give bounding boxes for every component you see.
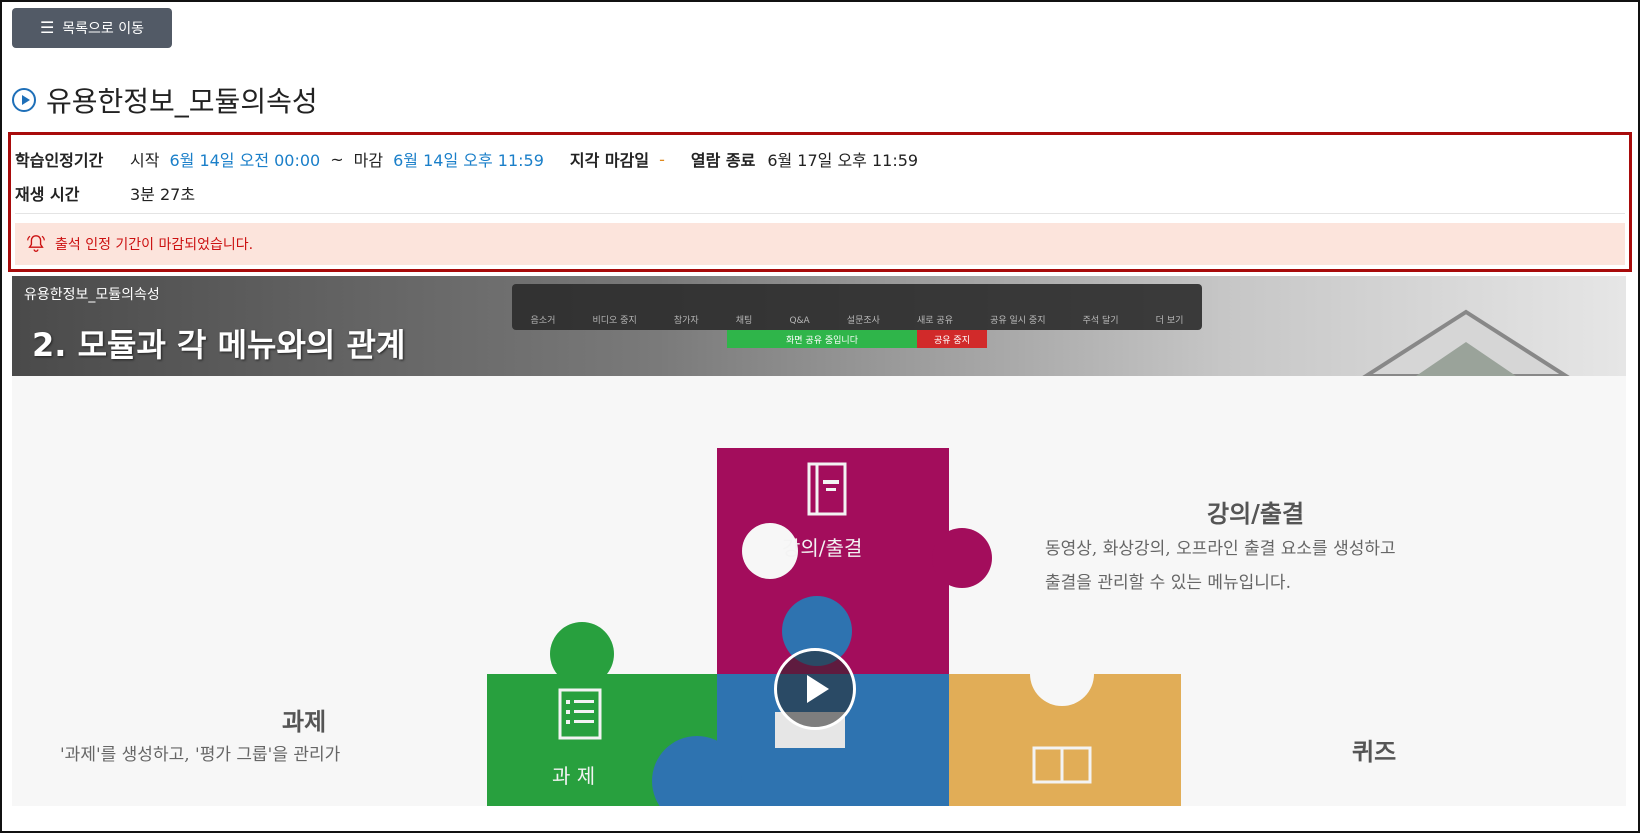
end-label: 마감	[353, 151, 384, 170]
assignment-description: '과제'를 생성하고, '평가 그룹'을 관리가	[60, 745, 341, 765]
video-player[interactable]: 유용한정보_모듈의속성 음소거 비디오 중지 참가자 채팅 Q&A 설문조사 새…	[12, 276, 1626, 806]
lecture-piece-label: 강의/출결	[782, 536, 863, 560]
book-icon	[807, 462, 847, 516]
start-value: 6월 14일 오전 00:00	[169, 151, 321, 170]
zoom-poll-label: 설문조사	[846, 316, 880, 326]
start-label: 시작	[130, 151, 160, 170]
play-circle-icon	[12, 88, 36, 112]
video-title: 유용한정보_모듈의속성	[24, 287, 160, 303]
period-row: 학습인정기간 시작 6월 14일 오전 00:00 ~ 마감 6월 14일 오후…	[15, 147, 918, 171]
attendance-info-box: 학습인정기간 시작 6월 14일 오전 00:00 ~ 마감 6월 14일 오후…	[8, 132, 1632, 272]
playtime-row: 재생 시간 3분 27초	[15, 181, 195, 205]
roof-image	[1362, 309, 1570, 376]
lecture-desc-line1: 동영상, 화상강의, 오프라인 출결 요소를 생성하고	[1045, 539, 1396, 559]
magenta-knob	[932, 528, 992, 588]
back-to-list-button[interactable]: ☰ 목록으로 이동	[12, 8, 172, 48]
yellow-notch	[1030, 642, 1094, 706]
play-button[interactable]	[774, 648, 856, 730]
zoom-toolbar: 음소거 비디오 중지 참가자 채팅 Q&A 설문조사 새로 공유 공유 일시 중…	[512, 284, 1202, 330]
quiz-book-icon	[1032, 746, 1092, 784]
zoom-qa-label: Q&A	[789, 316, 810, 326]
slide-heading: 2. 모듈과 각 메뉴와의 관계	[32, 326, 406, 364]
assignment-piece-label: 과 제	[552, 764, 596, 788]
zoom-annotate-label: 주석 달기	[1082, 316, 1119, 326]
playtime-label: 재생 시간	[15, 185, 80, 204]
title-row: 유용한정보_모듈의속성	[12, 80, 318, 120]
tilde-separator: ~	[330, 149, 344, 169]
zoom-newshare-label: 새로 공유	[917, 316, 953, 326]
lecture-desc-line2: 출결을 관리할 수 있는 메뉴입니다.	[1045, 573, 1291, 593]
deadline-alert: 출석 인정 기간이 마감되었습니다.	[15, 223, 1625, 265]
end-value: 6월 14일 오후 11:59	[393, 151, 544, 170]
divider	[15, 213, 1625, 214]
playtime-value: 3분 27초	[130, 185, 196, 204]
hamburger-icon: ☰	[39, 18, 55, 37]
period-label: 학습인정기간	[15, 151, 104, 170]
bell-icon	[27, 235, 45, 252]
zoom-more-label: 더 보기	[1155, 316, 1184, 326]
quiz-title: 퀴즈	[1352, 737, 1397, 766]
checklist-icon	[558, 688, 602, 740]
stop-share: 공유 중지	[917, 330, 987, 348]
lecture-title: 강의/출결	[1207, 499, 1305, 528]
green-knob	[550, 622, 614, 686]
close-value: 6월 17일 오후 11:59	[767, 151, 919, 170]
assignment-title: 과제	[282, 707, 327, 736]
zoom-chat-label: 채팅	[735, 316, 753, 326]
close-label: 열람 종료	[690, 151, 756, 170]
late-value: -	[659, 149, 665, 169]
back-to-list-label: 목록으로 이동	[62, 21, 145, 37]
zoom-mute-label: 음소거	[530, 316, 556, 326]
page-title: 유용한정보_모듈의속성	[46, 85, 318, 118]
zoom-pause-label: 공유 일시 중지	[990, 316, 1046, 326]
lecture-description: 동영상, 화상강의, 오프라인 출결 요소를 생성하고 출결을 관리할 수 있는…	[1045, 532, 1396, 600]
zoom-video-label: 비디오 중지	[592, 316, 637, 326]
share-notice: 화면 공유 중입니다	[727, 330, 917, 348]
alert-message: 출석 인정 기간이 마감되었습니다.	[55, 237, 254, 253]
zoom-participants-label: 참가자	[673, 316, 699, 326]
late-label: 지각 마감일	[569, 151, 650, 170]
